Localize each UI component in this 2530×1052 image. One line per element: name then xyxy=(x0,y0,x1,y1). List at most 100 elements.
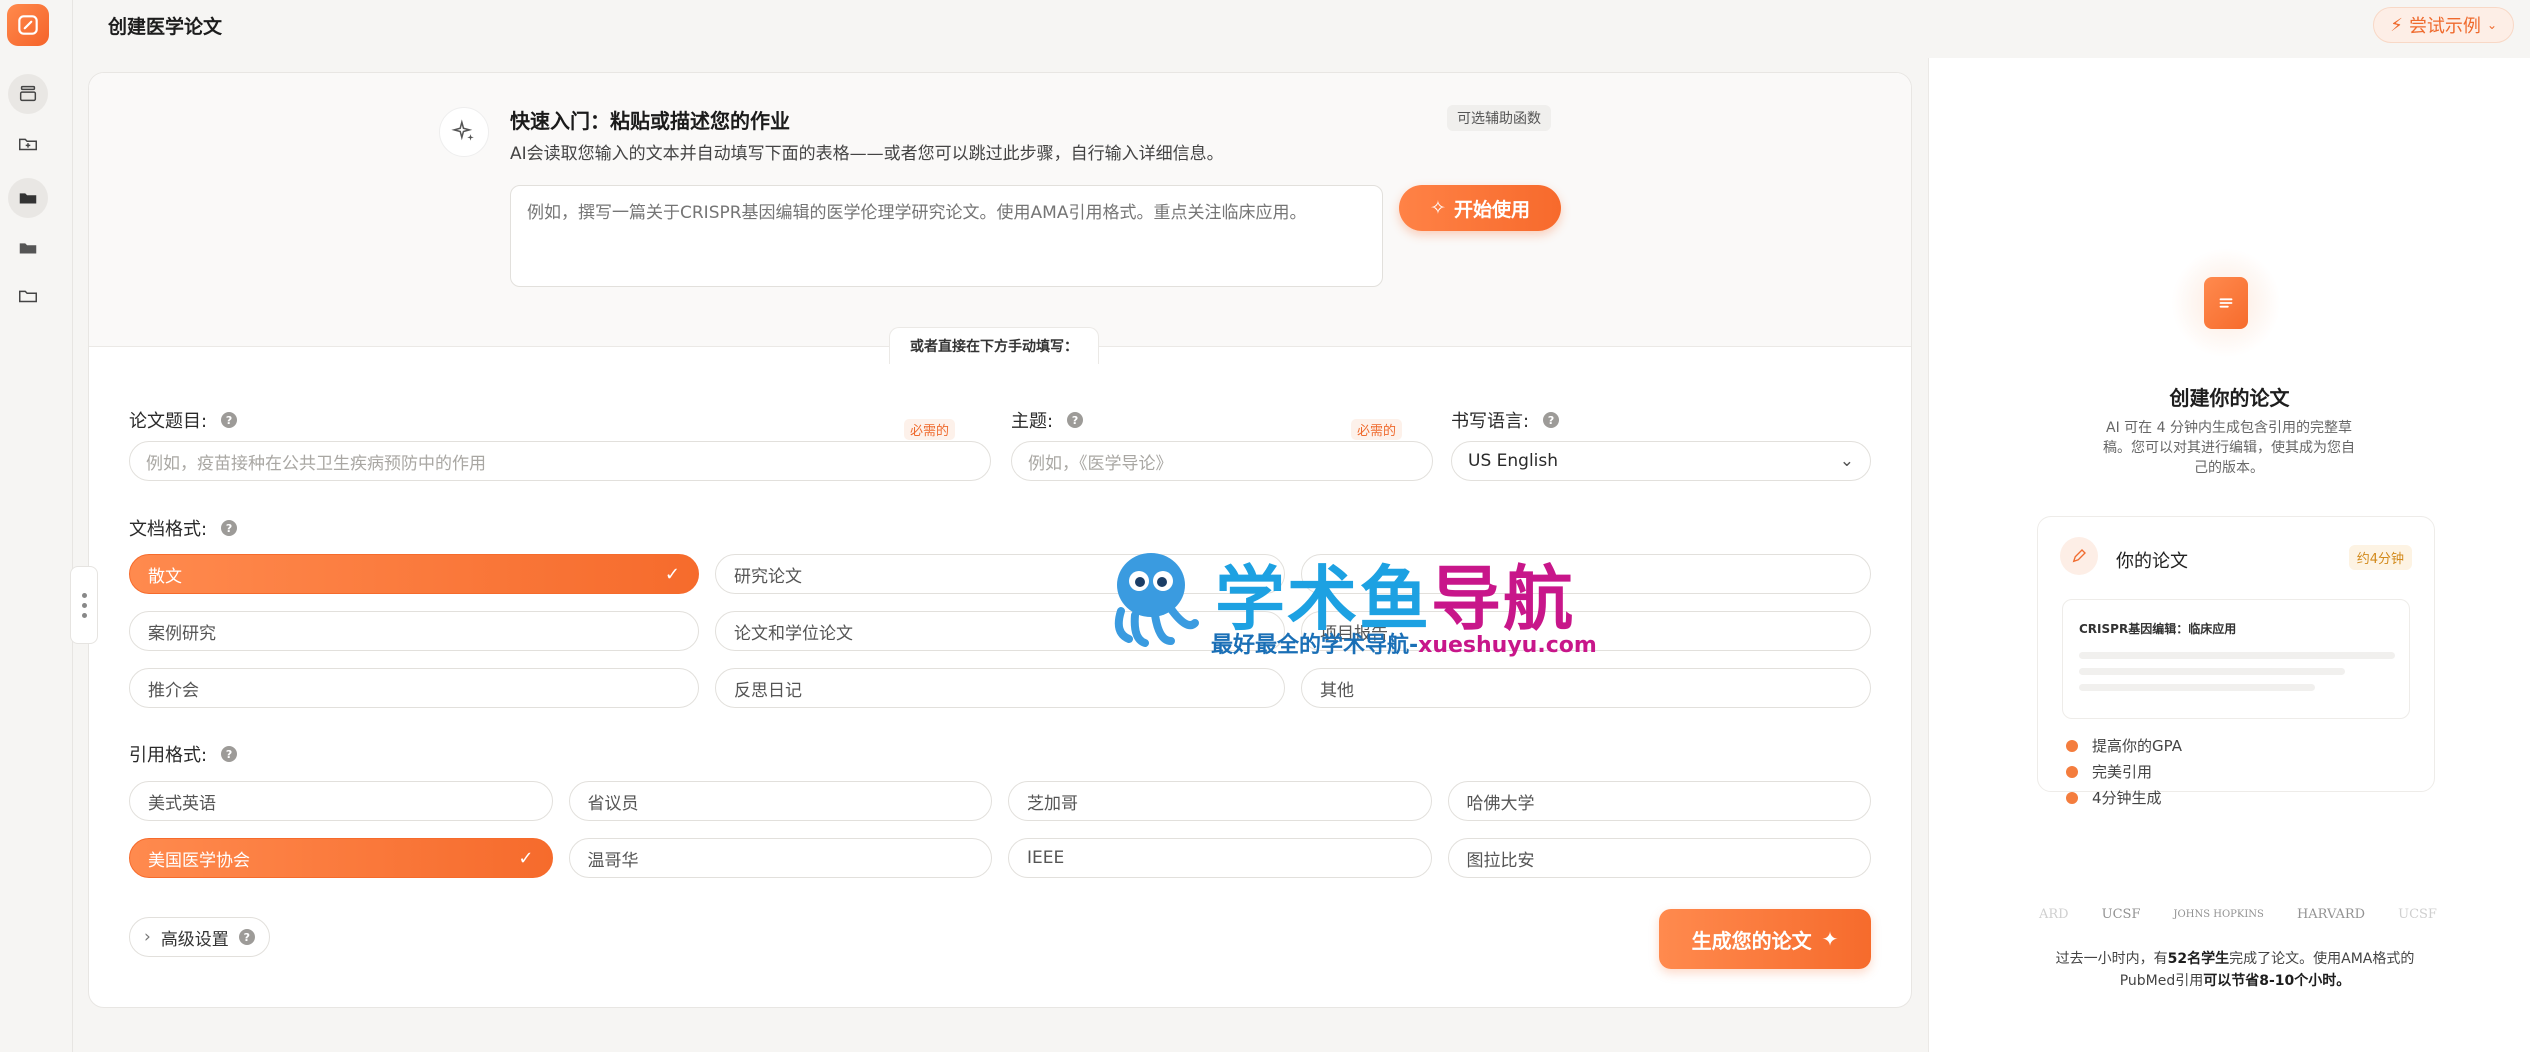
format-chip-label: 其他 xyxy=(1320,680,1354,701)
paper-preview-card: 你的论文 约4分钟 CRISPR基因编辑：临床应用 提高你的GPA 完美引用 4… xyxy=(2037,516,2435,807)
folder-outline-icon xyxy=(19,290,37,303)
magic-wand-icon: ✦ xyxy=(1821,927,1839,951)
help-icon[interactable]: ? xyxy=(221,746,238,762)
quick-start-section: 快速入门：粘贴或描述您的作业 AI会读取您输入的文本并自动填写下面的表格——或者… xyxy=(89,73,1911,347)
citation-chip[interactable]: 图拉比安 xyxy=(1447,838,1871,878)
advanced-settings-button[interactable]: › 高级设置 ? xyxy=(129,917,270,957)
citation-chip-label: 美国医学协会 xyxy=(148,850,250,871)
citation-chip[interactable]: 芝加哥 xyxy=(1008,781,1432,821)
citation-chip[interactable]: 美国医学协会 ✓ xyxy=(129,838,553,878)
check-dot-icon xyxy=(2066,739,2078,752)
rail-new-folder-button[interactable] xyxy=(8,124,48,164)
citation-chip[interactable]: 哈佛大学 xyxy=(1447,781,1871,821)
format-chip[interactable]: 反思日记 xyxy=(715,668,1285,708)
layers-icon xyxy=(19,85,37,102)
rail-folder-alt-button[interactable] xyxy=(8,228,48,268)
format-label-text: 文档格式: xyxy=(129,519,208,540)
format-chip[interactable]: 散文 ✓ xyxy=(129,554,699,594)
skeleton-line xyxy=(2079,652,2395,659)
time-badge: 约4分钟 xyxy=(2348,545,2412,570)
format-chip-label: 研究论文 xyxy=(734,566,802,587)
rail-layers-button[interactable] xyxy=(8,74,48,114)
note-count: 52名学生 xyxy=(2167,951,2230,967)
help-icon[interactable]: ? xyxy=(221,520,238,536)
skeleton-line xyxy=(2079,668,2345,675)
format-chip[interactable]: 其他 xyxy=(1301,668,1871,708)
format-label: 文档格式: ? xyxy=(129,515,238,541)
citation-chip[interactable]: 温哥华 xyxy=(568,838,992,878)
octopus-mascot-icon xyxy=(1114,553,1199,647)
page-title: 创建医学论文 xyxy=(108,16,223,38)
check-dot-icon xyxy=(2066,765,2078,778)
university-logo: UCSF xyxy=(2101,906,2141,922)
lightning-icon: ⚡ xyxy=(2390,14,2403,36)
start-button-label: 开始使用 xyxy=(1453,198,1530,221)
university-logo: ARD xyxy=(2039,906,2069,922)
paper-title-input[interactable]: 例如，疫苗接种在公共卫生疾病预防中的作用 xyxy=(129,441,991,481)
mini-paper-title: CRISPR基因编辑：临床应用 xyxy=(2079,622,2237,636)
format-chip[interactable]: 案例研究 xyxy=(129,611,699,651)
app-logo[interactable] xyxy=(7,4,49,46)
feature-item: 4分钟生成 xyxy=(2066,787,2162,808)
language-label-text: 书写语言: xyxy=(1451,411,1530,432)
chevron-down-icon: ⌄ xyxy=(2486,18,2497,32)
top-bar: 创建医学论文 ⚡ 尝试示例 ⌄ xyxy=(74,0,2530,50)
subject-input[interactable]: 例如，《医学导论》 xyxy=(1011,441,1433,481)
chevron-right-icon: › xyxy=(144,927,151,947)
subject-label: 主题: ? xyxy=(1011,407,1084,433)
citation-chip[interactable]: 美式英语 xyxy=(129,781,553,821)
format-chip-label: 论文和学位论文 xyxy=(734,623,853,644)
sparkle-small-icon: ✧ xyxy=(1430,197,1446,219)
sparkle-icon xyxy=(439,107,489,157)
citation-chip[interactable]: IEEE xyxy=(1008,838,1432,878)
citation-chip-label: IEEE xyxy=(1027,848,1065,868)
citation-chip[interactable]: 省议员 xyxy=(568,781,992,821)
start-button[interactable]: ✧ 开始使用 xyxy=(1399,185,1561,231)
feature-label: 完美引用 xyxy=(2092,763,2153,781)
citation-chip-label: 温哥华 xyxy=(587,850,639,871)
language-select[interactable]: US English ⌄ xyxy=(1451,441,1871,481)
try-example-button[interactable]: ⚡ 尝试示例 ⌄ xyxy=(2373,7,2514,43)
quick-start-title: 快速入门：粘贴或描述您的作业 xyxy=(510,109,790,133)
university-logo: JOHNS HOPKINS xyxy=(2173,908,2264,920)
format-chip[interactable]: 推介会 xyxy=(129,668,699,708)
feature-label: 提高你的GPA xyxy=(2092,737,2182,755)
check-icon: ✓ xyxy=(518,847,534,869)
help-icon[interactable]: ? xyxy=(221,412,238,428)
language-label: 书写语言: ? xyxy=(1451,407,1560,433)
rail-folder-outline-button[interactable] xyxy=(8,276,48,316)
generate-paper-button[interactable]: 生成您的论文 ✦ xyxy=(1659,909,1871,969)
skeleton-line xyxy=(2079,684,2315,691)
format-chip-label: 散文 xyxy=(148,566,182,587)
format-chip-label: 反思日记 xyxy=(734,680,802,701)
feature-item: 完美引用 xyxy=(2066,761,2152,782)
quick-start-description: AI会读取您输入的文本并自动填写下面的表格——或者您可以跳过此步骤，自行输入详细… xyxy=(510,144,1224,164)
try-example-label: 尝试示例 xyxy=(2408,16,2481,37)
help-icon[interactable]: ? xyxy=(1067,412,1084,428)
citation-chip-label: 哈佛大学 xyxy=(1466,793,1535,814)
manual-fill-divider: 或者直接在下方手动填写： xyxy=(889,327,1099,364)
help-icon[interactable]: ? xyxy=(238,929,255,945)
main-card: 快速入门：粘贴或描述您的作业 AI会读取您输入的文本并自动填写下面的表格——或者… xyxy=(88,72,1912,1008)
feature-label: 4分钟生成 xyxy=(2092,789,2162,807)
advanced-settings-label: 高级设置 xyxy=(160,929,229,950)
assignment-textarea[interactable] xyxy=(510,185,1383,287)
university-logo: UCSF xyxy=(2398,906,2437,922)
watermark-logo: 学术鱼导航 最好最全的学术导航-xueshuyu.com xyxy=(1099,543,1619,663)
citation-chip-label: 图拉比安 xyxy=(1466,850,1535,871)
help-icon[interactable]: ? xyxy=(1543,412,1560,428)
preview-title: 你的论文 xyxy=(2116,551,2188,572)
folder-plus-icon xyxy=(19,138,37,151)
feature-item: 提高你的GPA xyxy=(2066,735,2182,756)
required-badge: 必需的 xyxy=(1351,419,1403,440)
language-value: US English xyxy=(1468,451,1559,471)
pen-icon xyxy=(2060,537,2098,575)
social-proof-note: 过去一小时内，有52名学生完成了论文。使用AMA格式的PubMed引用可以节省8… xyxy=(2049,948,2421,992)
watermark-sub-a: 最好最全的学术导航- xyxy=(1211,633,1419,658)
generate-paper-label: 生成您的论文 xyxy=(1691,928,1812,953)
rail-folder-button[interactable] xyxy=(8,178,48,218)
note-save: 可以节省8-10个小时。 xyxy=(2203,973,2351,989)
watermark-sub-b: xueshuyu.com xyxy=(1418,633,1597,658)
check-icon: ✓ xyxy=(664,563,680,585)
drag-handle[interactable] xyxy=(70,566,98,644)
